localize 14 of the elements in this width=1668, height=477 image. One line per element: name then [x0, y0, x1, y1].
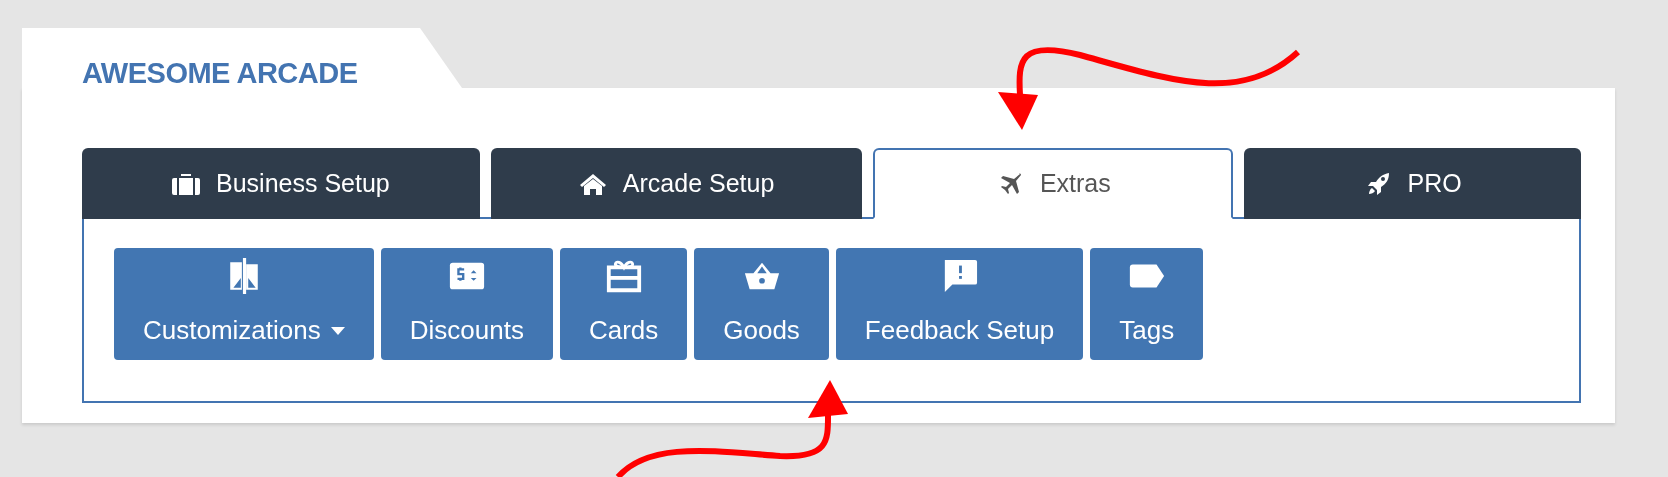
nav-tab[interactable]: Arcade Setup	[490, 148, 863, 219]
gift-card-icon	[604, 258, 643, 294]
app-title: AWESOME ARCADE	[82, 55, 358, 90]
menu-button[interactable]: Discounts	[380, 248, 553, 360]
nav-tab[interactable]: PRO	[1244, 148, 1581, 219]
nav-tab[interactable]: Extras	[873, 148, 1234, 219]
menu-button[interactable]: Feedback Setup	[835, 248, 1084, 360]
home-icon	[578, 171, 607, 196]
menu-button[interactable]: Cards	[559, 248, 688, 360]
nav-tab[interactable]: Business Setup	[82, 148, 480, 219]
briefcase-icon	[172, 171, 200, 196]
menu-button[interactable]: Tags	[1090, 248, 1204, 360]
menu-button[interactable]: Customizations	[114, 248, 374, 360]
menu-button[interactable]: Goods	[694, 248, 829, 360]
